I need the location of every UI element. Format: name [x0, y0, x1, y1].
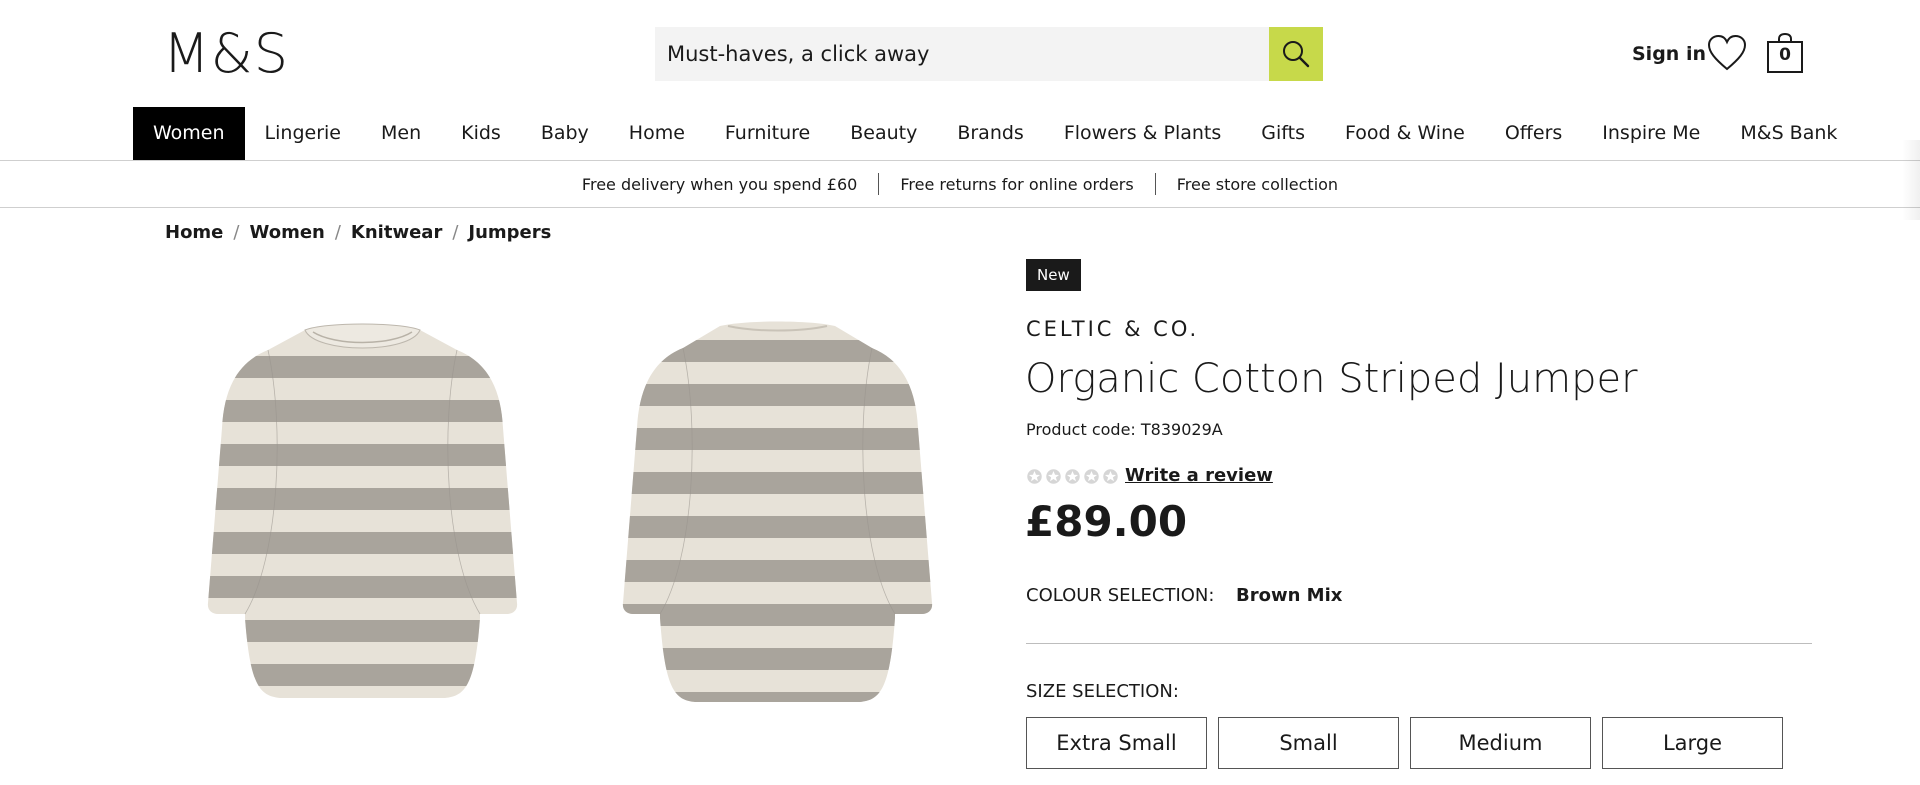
size-options: Extra Small Small Medium Large [1026, 717, 1783, 769]
bag-count: 0 [1779, 45, 1791, 65]
sign-in-link[interactable]: Sign in [1632, 43, 1706, 65]
star-icon [1103, 469, 1118, 484]
new-badge: New [1026, 259, 1081, 291]
size-button-medium[interactable]: Medium [1410, 717, 1591, 769]
search-button[interactable] [1269, 27, 1323, 81]
promo-free-delivery[interactable]: Free delivery when you spend £60 [561, 175, 878, 194]
rating-stars [1026, 468, 1119, 485]
product-image-back[interactable] [610, 318, 945, 708]
edge-shadow [1902, 140, 1920, 220]
promo-divider [0, 207, 1920, 208]
star-icon [1046, 469, 1061, 484]
main-nav: Women Lingerie Men Kids Baby Home Furnit… [133, 107, 1857, 160]
product-title: Organic Cotton Striped Jumper [1025, 356, 1638, 402]
nav-item-women[interactable]: Women [133, 107, 245, 160]
colour-selection-label: COLOUR SELECTION: [1026, 585, 1215, 606]
search-input[interactable] [655, 27, 1269, 81]
product-price: £89.00 [1025, 497, 1188, 546]
nav-item-home[interactable]: Home [609, 107, 705, 160]
breadcrumb-separator: / [334, 222, 341, 243]
nav-item-lingerie[interactable]: Lingerie [245, 107, 361, 160]
product-image-front[interactable] [195, 318, 530, 708]
colour-divider [1026, 643, 1812, 644]
nav-item-beauty[interactable]: Beauty [830, 107, 937, 160]
size-button-extra-small[interactable]: Extra Small [1026, 717, 1207, 769]
nav-item-food-wine[interactable]: Food & Wine [1325, 107, 1485, 160]
nav-item-baby[interactable]: Baby [521, 107, 609, 160]
product-code: Product code: T839029A [1026, 420, 1223, 439]
ms-logo[interactable]: M&S [163, 26, 289, 82]
breadcrumb-home[interactable]: Home [165, 222, 223, 243]
promo-strip: Free delivery when you spend £60 Free re… [0, 161, 1920, 207]
size-button-large[interactable]: Large [1602, 717, 1783, 769]
write-review-link[interactable]: Write a review [1125, 465, 1273, 486]
nav-item-brands[interactable]: Brands [937, 107, 1044, 160]
search-bar [655, 27, 1323, 81]
search-icon [1283, 41, 1310, 68]
nav-item-inspire-me[interactable]: Inspire Me [1582, 107, 1720, 160]
heart-icon[interactable] [1707, 34, 1747, 72]
nav-item-ms-bank[interactable]: M&S Bank [1720, 107, 1857, 160]
breadcrumb-knitwear[interactable]: Knitwear [351, 222, 442, 243]
breadcrumb-jumpers[interactable]: Jumpers [468, 222, 551, 243]
nav-item-offers[interactable]: Offers [1485, 107, 1582, 160]
size-selection-label: SIZE SELECTION: [1026, 681, 1179, 702]
promo-store-collection[interactable]: Free store collection [1156, 175, 1359, 194]
promo-free-returns[interactable]: Free returns for online orders [879, 175, 1154, 194]
star-icon [1084, 469, 1099, 484]
breadcrumb-separator: / [233, 222, 240, 243]
colour-selection-value: Brown Mix [1236, 585, 1343, 606]
nav-item-furniture[interactable]: Furniture [705, 107, 830, 160]
nav-item-kids[interactable]: Kids [441, 107, 521, 160]
size-button-small[interactable]: Small [1218, 717, 1399, 769]
product-brand[interactable]: CELTIC & CO. [1026, 317, 1199, 341]
breadcrumb: Home / Women / Knitwear / Jumpers [165, 222, 551, 243]
star-icon [1027, 469, 1042, 484]
breadcrumb-women[interactable]: Women [249, 222, 324, 243]
nav-item-gifts[interactable]: Gifts [1241, 107, 1325, 160]
nav-item-men[interactable]: Men [361, 107, 441, 160]
star-icon [1065, 469, 1080, 484]
breadcrumb-separator: / [452, 222, 459, 243]
nav-item-flowers-plants[interactable]: Flowers & Plants [1044, 107, 1241, 160]
